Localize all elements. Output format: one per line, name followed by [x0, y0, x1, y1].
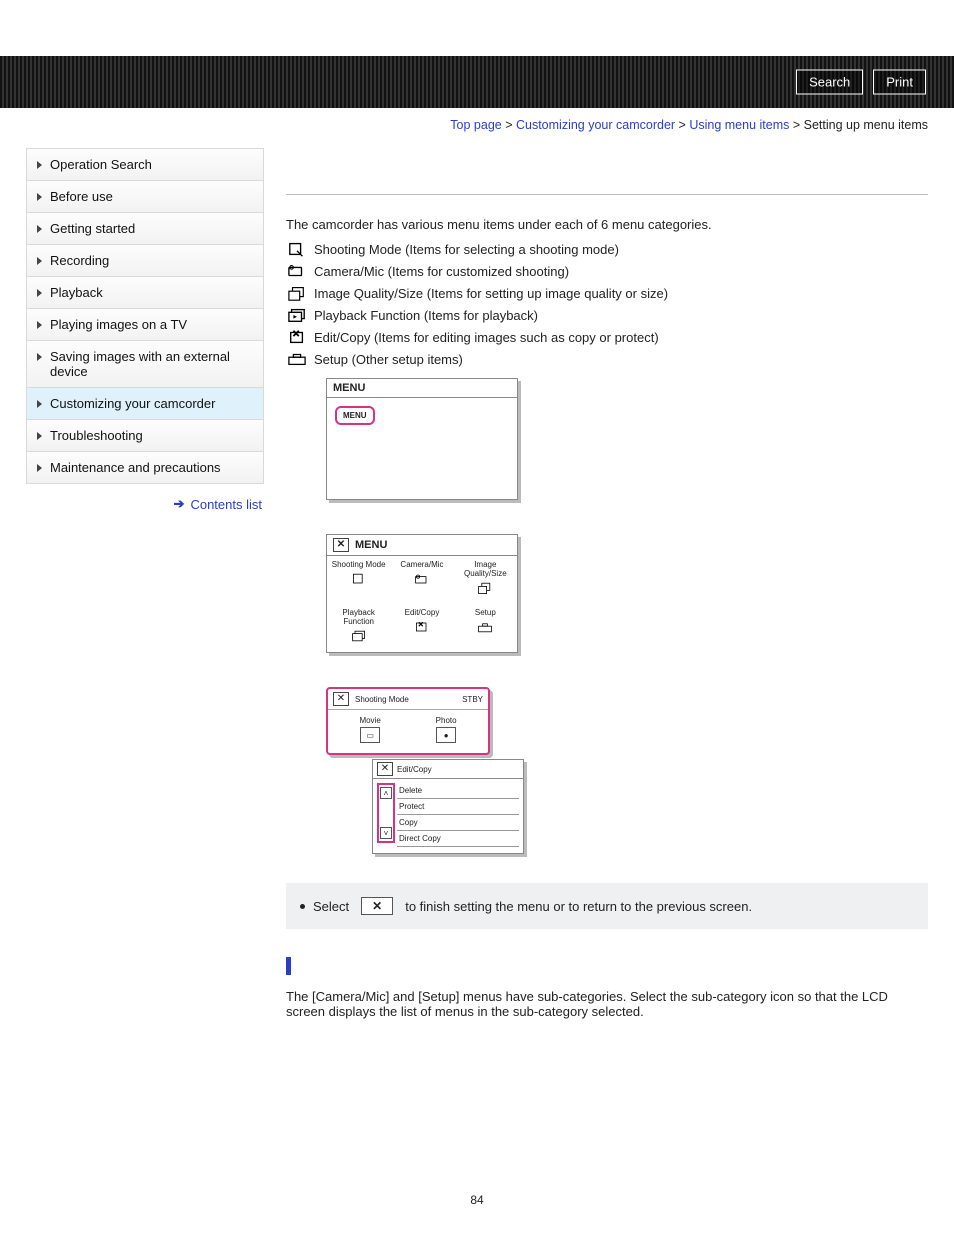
- caret-icon: [37, 193, 42, 201]
- screen-title: MENU: [327, 379, 517, 398]
- opt-protect: Protect: [397, 799, 519, 815]
- status-text: STBY: [462, 695, 483, 704]
- opt-direct-copy: Direct Copy: [397, 831, 519, 847]
- close-button-inline: ✕: [361, 897, 393, 915]
- grid-camera-mic: Camera/Mic: [390, 556, 453, 604]
- arrow-right-icon: ➔: [174, 496, 185, 512]
- caret-icon: [37, 321, 42, 329]
- opt-delete: Delete: [397, 783, 519, 799]
- sidebar-item-label: Troubleshooting: [50, 428, 143, 443]
- caret-icon: [37, 353, 42, 361]
- sidebar-nav: Operation Search Before use Getting star…: [26, 148, 264, 484]
- sidebar-item-operation-search[interactable]: Operation Search: [27, 149, 263, 181]
- breadcrumb-top[interactable]: Top page: [450, 118, 501, 132]
- sidebar-item-troubleshooting[interactable]: Troubleshooting: [27, 420, 263, 452]
- close-icon: ✕: [333, 538, 349, 552]
- close-icon: ✕: [377, 762, 393, 776]
- sidebar-item-before-use[interactable]: Before use: [27, 181, 263, 213]
- camera-mic-icon: [286, 262, 308, 280]
- opt-copy: Copy: [397, 815, 519, 831]
- search-button[interactable]: Search: [796, 70, 863, 95]
- breadcrumb-a[interactable]: Customizing your camcorder: [516, 118, 675, 132]
- setup-icon: [286, 350, 308, 368]
- category-list: Shooting Mode (Items for selecting a sho…: [286, 240, 928, 368]
- caret-icon: [37, 400, 42, 408]
- caret-icon: [37, 432, 42, 440]
- contents-list-link[interactable]: ➔ Contents list: [26, 484, 264, 524]
- sidebar-item-label: Recording: [50, 253, 109, 268]
- note-box: Select ✕ to finish setting the menu or t…: [286, 883, 928, 929]
- intro-text: The camcorder has various menu items und…: [286, 217, 928, 232]
- sidebar-item-label: Getting started: [50, 221, 135, 236]
- sidebar-item-label: Operation Search: [50, 157, 152, 172]
- screen-menu-grid: ✕ MENU Shooting Mode Camera/Mic Image Qua…: [326, 534, 518, 653]
- screen-title: MENU: [355, 539, 387, 551]
- scroll-down-icon: ˅: [380, 827, 392, 839]
- playback-function-icon: [286, 306, 308, 324]
- grid-edit-copy: Edit/Copy: [390, 604, 453, 652]
- category-image-quality: Image Quality/Size (Items for setting up…: [286, 284, 928, 302]
- image-quality-icon: [286, 284, 308, 302]
- sidebar-item-label: Maintenance and precautions: [50, 460, 221, 475]
- grid-image-quality: Image Quality/Size: [454, 556, 517, 604]
- grid-setup: Setup: [454, 604, 517, 652]
- sidebar-item-label: Before use: [50, 189, 113, 204]
- close-icon: ✕: [333, 692, 349, 706]
- note-post: to finish setting the menu or to return …: [405, 899, 752, 914]
- contents-list-label: Contents list: [190, 497, 262, 512]
- caret-icon: [37, 464, 42, 472]
- page-number: 84: [0, 1193, 954, 1207]
- screen-menu-button: MENU MENU: [326, 378, 518, 500]
- sidebar-item-maintenance[interactable]: Maintenance and precautions: [27, 452, 263, 483]
- sidebar-item-playing-tv[interactable]: Playing images on a TV: [27, 309, 263, 341]
- divider: [286, 194, 928, 195]
- breadcrumb: Top page > Customizing your camcorder > …: [0, 108, 954, 138]
- grid-playback: Playback Function: [327, 604, 390, 652]
- grid-shooting-mode: Shooting Mode: [327, 556, 390, 604]
- sidebar-item-saving-external[interactable]: Saving images with an external device: [27, 341, 263, 388]
- sidebar-item-label: Playing images on a TV: [50, 317, 187, 332]
- category-setup: Setup (Other setup items): [286, 350, 928, 368]
- mode-movie: Movie▭: [359, 716, 380, 743]
- notes-text: The [Camera/Mic] and [Setup] menus have …: [286, 989, 928, 1019]
- caret-icon: [37, 225, 42, 233]
- category-playback-function: Playback Function (Items for playback): [286, 306, 928, 324]
- category-camera-mic: Camera/Mic (Items for customized shootin…: [286, 262, 928, 280]
- caret-icon: [37, 257, 42, 265]
- sidebar-item-label: Saving images with an external device: [50, 349, 253, 379]
- sidebar-item-label: Customizing your camcorder: [50, 396, 215, 411]
- notes-heading-marker: [286, 957, 928, 975]
- bullet-icon: [300, 904, 305, 909]
- scroll-up-icon: ˄: [380, 787, 392, 799]
- header-banner: Search Print: [0, 56, 954, 108]
- screen-submenu: ✕ Shooting Mode STBY Movie▭ Photo● ✕ Edit/C…: [326, 687, 928, 857]
- shooting-mode-icon: [286, 240, 308, 258]
- print-button[interactable]: Print: [873, 70, 926, 95]
- screen-title: Edit/Copy: [397, 765, 432, 774]
- category-edit-copy: Edit/Copy (Items for editing images such…: [286, 328, 928, 346]
- breadcrumb-b[interactable]: Using menu items: [689, 118, 789, 132]
- screen-edit-copy-list: ✕ Edit/Copy ˄ ˅ Delete Protect Copy Direc…: [372, 759, 524, 854]
- caret-icon: [37, 161, 42, 169]
- sidebar-item-label: Playback: [50, 285, 103, 300]
- sidebar-item-getting-started[interactable]: Getting started: [27, 213, 263, 245]
- sidebar-item-customizing[interactable]: Customizing your camcorder: [27, 388, 263, 420]
- category-shooting-mode: Shooting Mode (Items for selecting a sho…: [286, 240, 928, 258]
- sidebar-item-recording[interactable]: Recording: [27, 245, 263, 277]
- sidebar-item-playback[interactable]: Playback: [27, 277, 263, 309]
- screen-title: Shooting Mode: [355, 695, 409, 704]
- note-pre: Select: [313, 899, 349, 914]
- caret-icon: [37, 289, 42, 297]
- scroll-column: ˄ ˅: [377, 783, 395, 843]
- breadcrumb-current: Setting up menu items: [804, 118, 928, 132]
- menu-button-highlighted: MENU: [335, 406, 375, 425]
- mode-photo: Photo●: [436, 716, 457, 743]
- edit-copy-icon: [286, 328, 308, 346]
